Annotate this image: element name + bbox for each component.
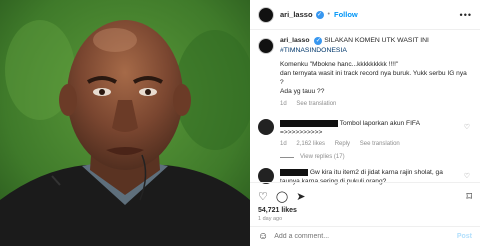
comment-reply[interactable]: Reply <box>335 141 350 147</box>
likes-count[interactable]: 54,721 likes <box>258 207 472 214</box>
post-caption: ari_lasso ✓ SILAKAN KOMEN UTK WASIT INI … <box>250 30 480 109</box>
comment-text: Tombol laporkan akun FIFA <box>339 120 420 127</box>
comment-item: Tombol laporkan akun FIFA =>>>>>>>>>> 1d… <box>250 119 480 149</box>
post-comment-button[interactable]: Post <box>457 233 472 240</box>
caption-see-translation[interactable]: See translation <box>296 101 336 107</box>
post-image[interactable] <box>0 0 250 246</box>
comment-age[interactable]: 1d <box>280 141 287 147</box>
view-replies[interactable]: View replies (17) <box>280 154 480 160</box>
follow-button[interactable]: Follow <box>334 10 358 19</box>
caption-username[interactable]: ari_lasso <box>280 37 309 44</box>
comment-see-translation[interactable]: See translation <box>360 141 400 147</box>
caption-line-3: Ada yg tauu ?? <box>280 88 325 95</box>
comment-text-2: =>>>>>>>>>> <box>280 129 323 136</box>
emoji-icon[interactable]: ☺ <box>258 231 268 242</box>
author-avatar[interactable] <box>258 6 274 23</box>
comment-likes[interactable]: 2,162 likes <box>296 141 325 147</box>
redacted-username <box>280 119 338 127</box>
redacted-username <box>280 168 308 176</box>
post-panel: ari_lasso ✓ • Follow ••• ari_lasso ✓ SIL… <box>250 0 480 246</box>
replies-line <box>280 156 294 158</box>
post-actions: ♡ ◯ ➤ ⌑ 54,721 likes 1 day ago <box>250 182 480 222</box>
caption-age[interactable]: 1d <box>280 101 287 107</box>
caption-line-1: Komenku "Mbokne hanc...kkkkkkkkk !!!!" <box>280 61 399 68</box>
caption-avatar[interactable] <box>258 38 274 54</box>
comment-text: Gw kira itu item2 di jidat karna rajin s… <box>309 169 443 176</box>
view-replies-label: View replies (17) <box>300 154 345 160</box>
verified-badge-icon: ✓ <box>314 37 323 45</box>
more-options-icon[interactable]: ••• <box>460 10 472 20</box>
like-icon[interactable]: ♡ <box>258 190 268 203</box>
add-comment-bar: ☺ Post <box>250 226 480 246</box>
bookmark-icon[interactable]: ⌑ <box>466 190 472 203</box>
caption-text: SILAKAN KOMEN UTK WASIT INI <box>324 37 429 44</box>
caption-line-2: dan ternyata wasit ini track record nya … <box>280 70 467 86</box>
comment-like-icon[interactable]: ♡ <box>464 172 470 180</box>
share-icon[interactable]: ➤ <box>296 190 305 203</box>
verified-badge-icon: ✓ <box>315 10 324 19</box>
author-username[interactable]: ari_lasso <box>280 10 313 19</box>
post-age[interactable]: 1 day ago <box>258 216 472 222</box>
comment-icon[interactable]: ◯ <box>276 190 288 203</box>
referee-photo <box>0 0 250 246</box>
post-header: ari_lasso ✓ • Follow ••• <box>250 0 480 30</box>
caption-hashtag[interactable]: #TIMNASINDONESIA <box>280 46 472 56</box>
commenter-avatar[interactable] <box>258 119 274 135</box>
separator-dot: • <box>327 11 330 18</box>
comment-like-icon[interactable]: ♡ <box>464 123 470 131</box>
comment-input[interactable] <box>274 233 457 240</box>
